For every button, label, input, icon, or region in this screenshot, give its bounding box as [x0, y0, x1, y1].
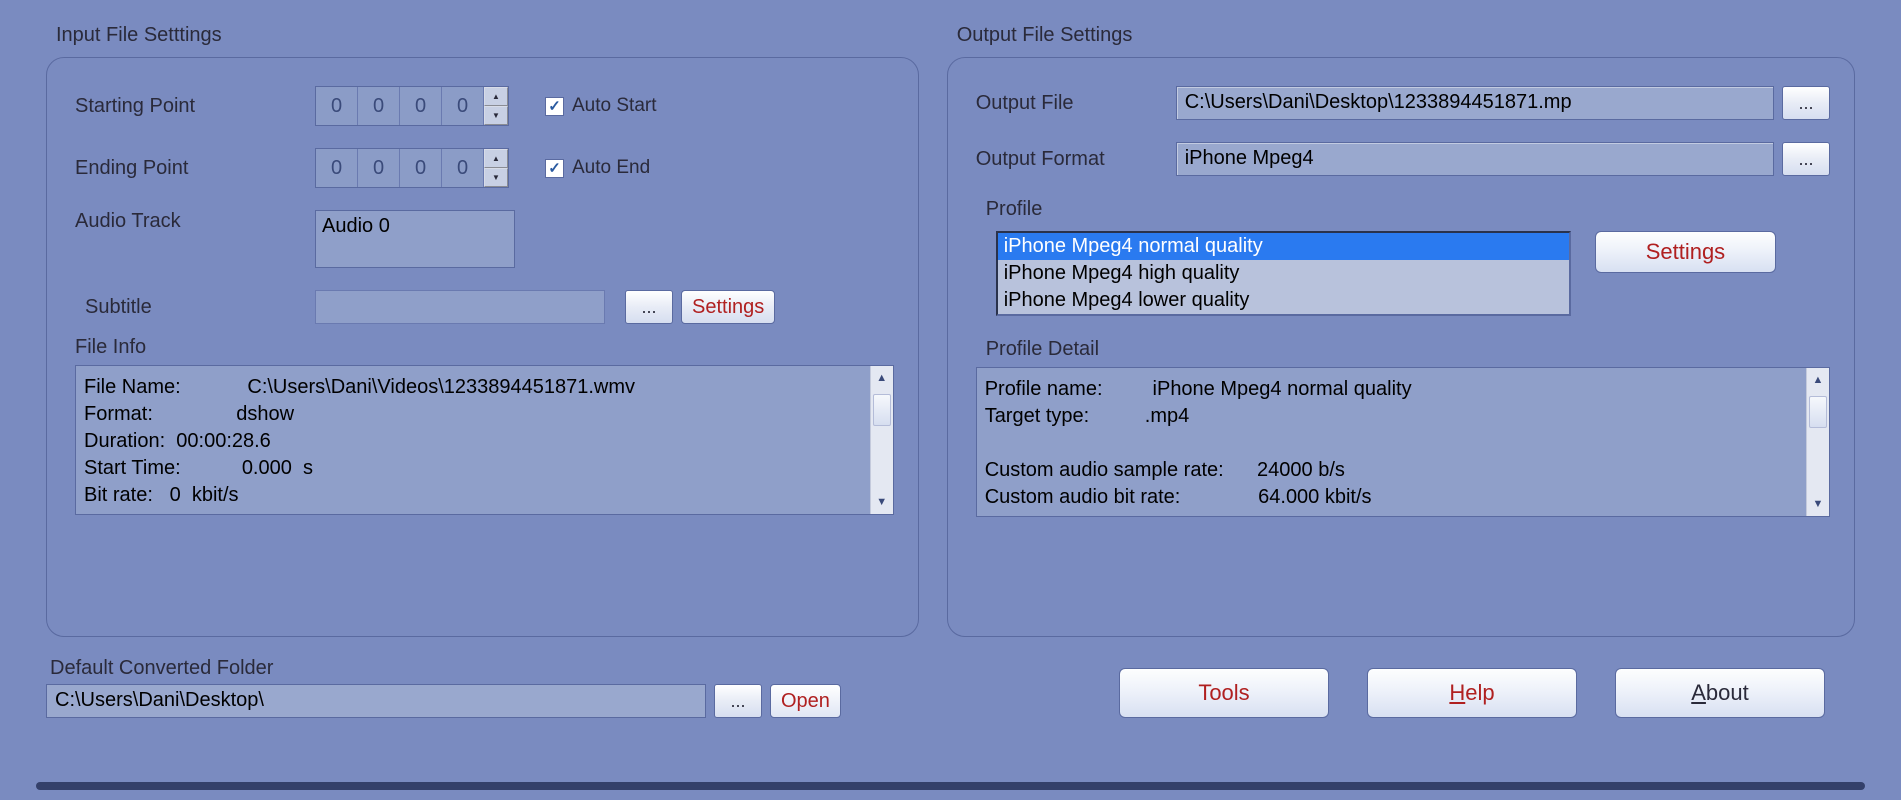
chevron-down-icon[interactable]: ▼ — [871, 490, 893, 514]
profile-list[interactable]: iPhone Mpeg4 normal quality iPhone Mpeg4… — [996, 231, 1571, 316]
starting-point-spinner[interactable]: ▲ ▼ — [484, 87, 508, 125]
chevron-up-icon[interactable]: ▲ — [484, 149, 508, 168]
output-format-input[interactable]: iPhone Mpeg4 — [1176, 142, 1774, 176]
default-folder-input[interactable]: C:\Users\Dani\Desktop\ — [46, 684, 706, 718]
chevron-up-icon[interactable]: ▲ — [871, 366, 893, 390]
chevron-up-icon[interactable]: ▲ — [1807, 368, 1829, 392]
auto-end-label: Auto End — [572, 157, 650, 179]
tc-cell[interactable]: 0 — [400, 87, 442, 125]
bottom-bar — [36, 782, 1865, 790]
tc-cell[interactable]: 0 — [358, 87, 400, 125]
profile-item[interactable]: iPhone Mpeg4 lower quality — [998, 287, 1569, 314]
chevron-up-icon[interactable]: ▲ — [484, 87, 508, 106]
ending-point-input[interactable]: 0 0 0 0 ▲ ▼ — [315, 148, 509, 188]
starting-point-input[interactable]: 0 0 0 0 ▲ ▼ — [315, 86, 509, 126]
chevron-down-icon[interactable]: ▼ — [484, 168, 508, 187]
default-folder-browse-button[interactable]: ... — [714, 684, 762, 718]
output-format-browse-button[interactable]: ... — [1782, 142, 1830, 176]
output-section-title: Output File Settings — [947, 24, 1855, 47]
output-file-label: Output File — [976, 92, 1176, 115]
output-format-label: Output Format — [976, 148, 1176, 171]
profile-label: Profile — [986, 198, 1830, 221]
subtitle-label: Subtitle — [75, 296, 315, 319]
ending-point-spinner[interactable]: ▲ ▼ — [484, 149, 508, 187]
file-info-box: File Name: C:\Users\Dani\Videos\12338944… — [75, 365, 894, 515]
profile-detail-text: Profile name: iPhone Mpeg4 normal qualit… — [985, 376, 1412, 508]
auto-start-label: Auto Start — [572, 95, 657, 117]
tc-cell[interactable]: 0 — [442, 87, 484, 125]
output-file-browse-button[interactable]: ... — [1782, 86, 1830, 120]
output-panel: Output File C:\Users\Dani\Desktop\123389… — [947, 57, 1855, 637]
auto-end-checkbox[interactable]: ✓ Auto End — [545, 157, 650, 179]
scrollbar-thumb[interactable] — [1809, 396, 1827, 428]
chevron-down-icon[interactable]: ▼ — [1807, 492, 1829, 516]
tc-cell[interactable]: 0 — [400, 149, 442, 187]
file-info-scrollbar[interactable]: ▲ ▼ — [870, 366, 894, 514]
tc-cell[interactable]: 0 — [316, 87, 358, 125]
profile-detail-scrollbar[interactable]: ▲ ▼ — [1806, 368, 1830, 516]
output-file-input[interactable]: C:\Users\Dani\Desktop\1233894451871.mp — [1176, 86, 1774, 120]
profile-detail-box: Profile name: iPhone Mpeg4 normal qualit… — [976, 367, 1830, 517]
audio-track-label: Audio Track — [75, 210, 315, 233]
input-panel: Starting Point 0 0 0 0 ▲ ▼ ✓ Auto Start — [46, 57, 919, 637]
auto-start-checkbox[interactable]: ✓ Auto Start — [545, 95, 657, 117]
open-button[interactable]: Open — [770, 684, 841, 718]
subtitle-input[interactable] — [315, 290, 605, 324]
profile-detail-title: Profile Detail — [986, 338, 1830, 361]
profile-settings-button[interactable]: Settings — [1595, 231, 1777, 273]
profile-item[interactable]: iPhone Mpeg4 high quality — [998, 260, 1569, 287]
chevron-down-icon[interactable]: ▼ — [484, 106, 508, 125]
audio-track-select[interactable]: Audio 0 — [315, 210, 515, 268]
scrollbar-thumb[interactable] — [873, 394, 891, 426]
tc-cell[interactable]: 0 — [358, 149, 400, 187]
file-info-title: File Info — [75, 336, 894, 359]
tc-cell[interactable]: 0 — [316, 149, 358, 187]
help-button[interactable]: Help — [1367, 668, 1577, 718]
subtitle-settings-button[interactable]: Settings — [681, 290, 775, 324]
about-button[interactable]: About — [1615, 668, 1825, 718]
check-icon: ✓ — [545, 97, 564, 116]
profile-item[interactable]: iPhone Mpeg4 normal quality — [998, 233, 1569, 260]
input-section-title: Input File Setttings — [46, 24, 919, 47]
file-info-text: File Name: C:\Users\Dani\Videos\12338944… — [84, 374, 635, 506]
subtitle-browse-button[interactable]: ... — [625, 290, 673, 324]
starting-point-label: Starting Point — [75, 95, 315, 118]
check-icon: ✓ — [545, 159, 564, 178]
ending-point-label: Ending Point — [75, 157, 315, 180]
tc-cell[interactable]: 0 — [442, 149, 484, 187]
default-folder-label: Default Converted Folder — [46, 657, 932, 680]
tools-button[interactable]: Tools — [1119, 668, 1329, 718]
